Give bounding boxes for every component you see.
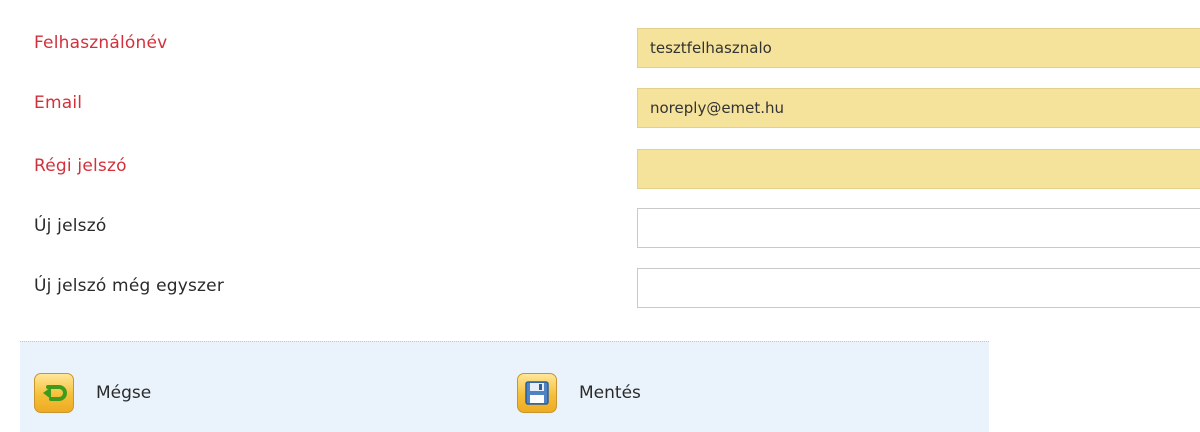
cancel-button-label: Mégse <box>96 383 152 403</box>
new-password-field[interactable] <box>637 208 1200 248</box>
old-password-field[interactable] <box>637 149 1200 189</box>
floppy-disk-icon <box>517 373 557 413</box>
button-toolbar: Mégse Mentés <box>20 341 989 432</box>
username-label: Felhasználónév <box>34 33 168 53</box>
cancel-button[interactable]: Mégse <box>34 373 151 413</box>
save-button[interactable]: Mentés <box>517 373 641 413</box>
confirm-password-label: Új jelszó még egyszer <box>34 276 225 296</box>
save-button-label: Mentés <box>579 383 641 403</box>
new-password-label: Új jelszó <box>34 216 107 236</box>
email-field[interactable] <box>637 88 1200 128</box>
confirm-password-field[interactable] <box>637 268 1200 308</box>
email-label: Email <box>34 93 83 113</box>
old-password-label: Régi jelszó <box>34 156 127 176</box>
back-arrow-icon <box>34 373 74 413</box>
username-field[interactable] <box>637 28 1200 68</box>
